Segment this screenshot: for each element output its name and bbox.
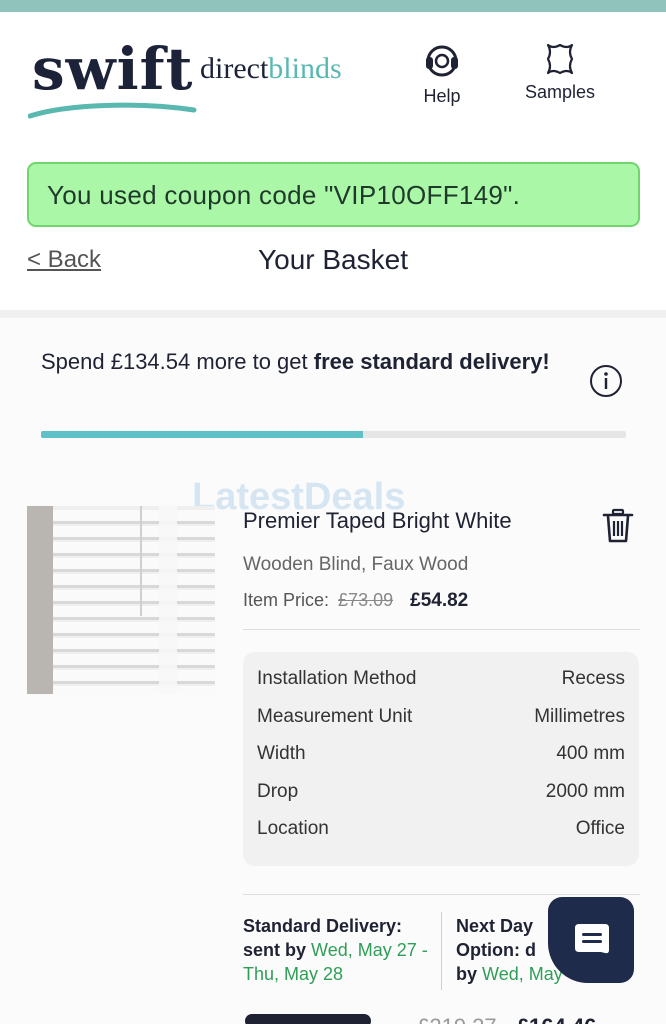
blind-slat-shadow: [53, 569, 215, 572]
blind-slat: [53, 510, 215, 521]
info-icon[interactable]: [589, 364, 623, 398]
spec-row-installation: Installation Method Recess: [257, 668, 625, 689]
spec-row-measurement-unit: Measurement Unit Millimetres: [257, 705, 625, 727]
help-label: Help: [423, 86, 461, 106]
item-price: Item Price: £73.09 £54.82: [243, 590, 468, 612]
progress-fill: [41, 431, 363, 438]
checkout-button[interactable]: [245, 1014, 371, 1024]
price-label: Item Price:: [243, 590, 330, 610]
blind-slat-shadow: [53, 521, 215, 524]
blind-slat: [53, 686, 215, 694]
blind-slat: [53, 670, 215, 681]
blind-slat: [53, 558, 215, 569]
divider: [243, 894, 640, 895]
original-price: £73.09: [338, 590, 394, 610]
spec-row-drop: Drop 2000 mm: [257, 780, 625, 802]
column-separator: [441, 912, 442, 990]
spec-row-location: Location Office: [257, 818, 625, 839]
product-name[interactable]: Premier Taped Bright White: [243, 508, 512, 534]
standard-delivery-option[interactable]: Standard Delivery: sent by Wed, May 27 -…: [243, 914, 433, 986]
discounted-price: £54.82: [410, 590, 469, 611]
blind-slat: [53, 606, 215, 617]
blind-illustration: [27, 506, 215, 694]
discounted-total: £164.46: [517, 1014, 597, 1024]
blind-slat: [53, 638, 215, 649]
blind-slat-shadow: [53, 681, 215, 684]
logo-swift-text: swift: [32, 35, 194, 103]
blind-slat: [53, 622, 215, 633]
chat-button[interactable]: [548, 897, 634, 983]
blind-slat-shadow: [53, 649, 215, 652]
samples-button[interactable]: Samples: [520, 42, 600, 103]
help-button[interactable]: Help: [414, 42, 470, 107]
basket-total-row: £219.27 £164.46: [245, 1014, 596, 1024]
divider: [243, 629, 640, 630]
brand-logo[interactable]: swift directblinds: [28, 40, 368, 130]
spec-row-width: Width 400 mm: [257, 743, 625, 764]
blind-slat-shadow: [53, 537, 215, 540]
product-image[interactable]: [27, 506, 215, 694]
fabric-swatch-icon: [546, 43, 574, 75]
logo-directblinds-text: directblinds: [200, 52, 342, 85]
site-header: swift directblinds Help Samples You used…: [0, 12, 666, 275]
blind-slat: [53, 574, 215, 585]
blind-slat-shadow: [53, 553, 215, 556]
section-divider: [0, 310, 666, 318]
blind-slat: [53, 654, 215, 665]
original-total: £219.27: [417, 1014, 497, 1024]
blind-slat-shadow: [53, 601, 215, 604]
samples-label: Samples: [524, 82, 596, 102]
blind-slat-shadow: [53, 665, 215, 668]
top-accent-bar: [0, 0, 666, 12]
trash-icon[interactable]: [602, 508, 634, 544]
coupon-message: You used coupon code "VIP10OFF149".: [47, 180, 521, 210]
free-delivery-message: Spend £134.54 more to get free standard …: [41, 349, 550, 374]
logo-swoosh: [28, 102, 197, 119]
blind-slat: [53, 526, 215, 537]
product-type: Wooden Blind, Faux Wood: [243, 554, 469, 575]
blind-slat-shadow: [53, 585, 215, 588]
headset-icon: [426, 45, 458, 77]
chat-icon: [575, 924, 609, 954]
blind-slat: [53, 590, 215, 601]
free-delivery-progress-bar: [41, 431, 626, 438]
product-specifications: Installation Method Recess Measurement Un…: [243, 652, 639, 866]
coupon-success-alert: You used coupon code "VIP10OFF149".: [27, 162, 640, 227]
blind-slat-shadow: [53, 617, 215, 620]
blind-slat: [53, 542, 215, 553]
page-title: Your Basket: [258, 244, 408, 275]
blind-slat-shadow: [53, 633, 215, 636]
